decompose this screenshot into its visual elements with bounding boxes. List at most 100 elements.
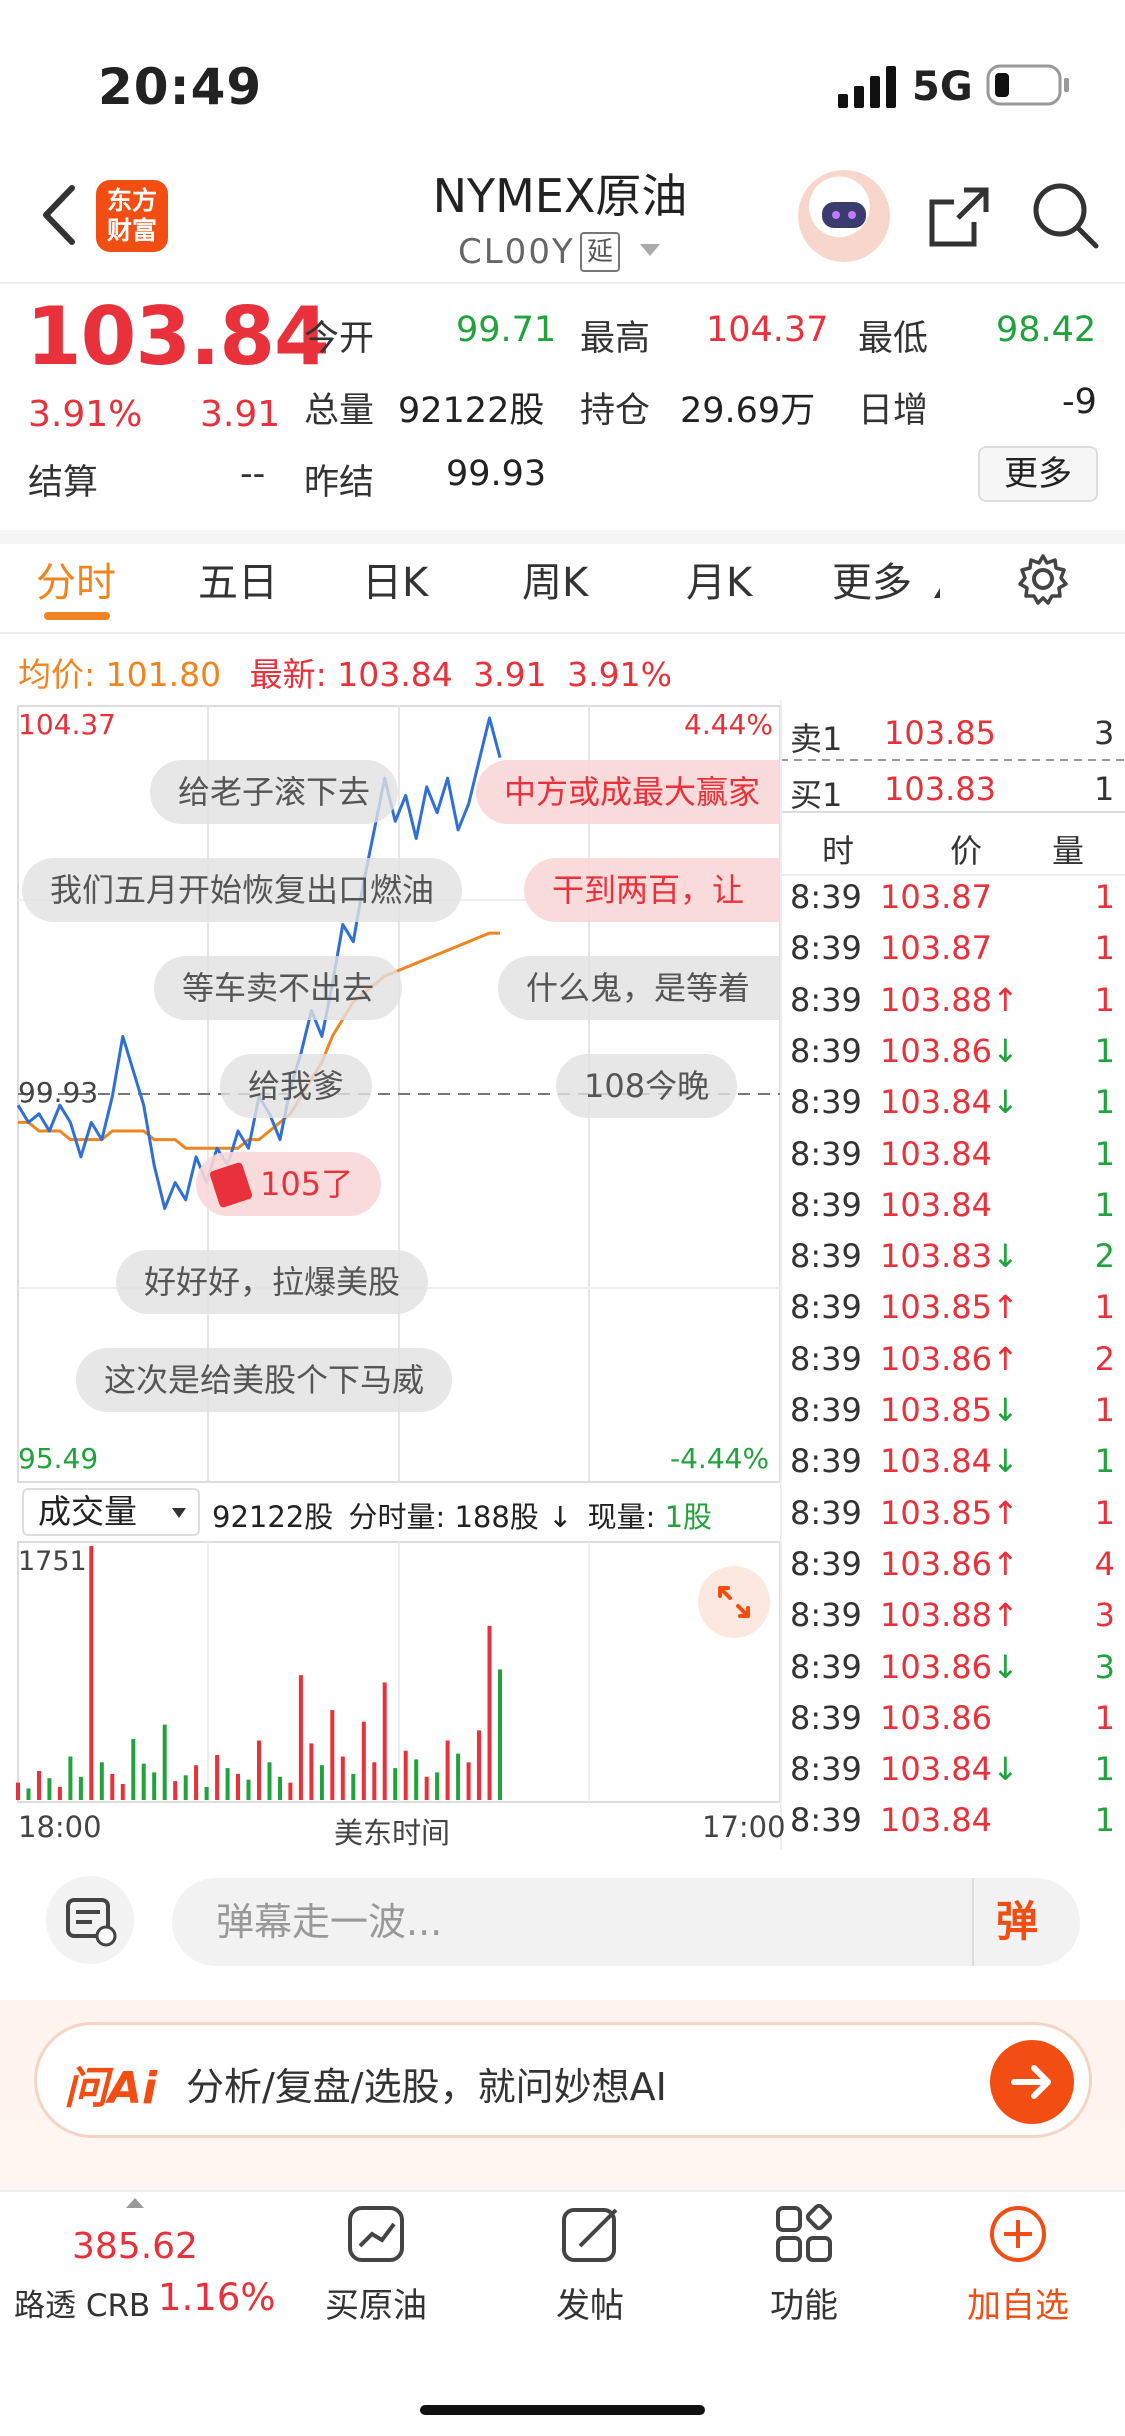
- trade-time: 8:39: [790, 1288, 862, 1327]
- sell1-qty: 3: [1094, 714, 1115, 752]
- share-icon: [929, 187, 989, 247]
- nav-functions[interactable]: [714, 2200, 894, 2270]
- down-arrow-icon: ↓: [991, 1237, 1019, 1276]
- trade-time: 8:39: [790, 1031, 862, 1070]
- prev-settle-label: 昨结: [304, 463, 375, 503]
- caret-down-icon[interactable]: [640, 244, 660, 256]
- nav-post-label[interactable]: 发帖: [500, 2278, 680, 2327]
- indicator-selector[interactable]: 成交量: [22, 1488, 200, 1536]
- ai-robot-avatar[interactable]: [798, 170, 890, 262]
- y-min-label: 95.49: [18, 1442, 99, 1475]
- volume-bar: [445, 1740, 450, 1800]
- more-quote-button[interactable]: 更多: [978, 446, 1098, 502]
- nav-functions-label[interactable]: 功能: [714, 2278, 894, 2327]
- status-time: 20:49: [98, 58, 263, 116]
- danmaku-toggle-button[interactable]: 弹: [972, 1878, 1080, 1966]
- search-button[interactable]: [1030, 180, 1100, 250]
- trade-time: 8:39: [790, 929, 862, 968]
- trade-row: 8:39 103.88↑ 1: [788, 981, 1125, 1032]
- y-ref-label: 99.93: [18, 1076, 99, 1109]
- trade-qty: 3: [1094, 1596, 1115, 1635]
- avg-value: 101.80: [105, 655, 222, 694]
- back-button[interactable]: [36, 180, 86, 250]
- x-mid-label: 美东时间: [334, 1816, 451, 1850]
- edit-icon: [562, 2208, 618, 2262]
- trade-qty: 1: [1094, 1031, 1115, 1070]
- col-qty: 量: [1052, 832, 1085, 870]
- divider: [0, 282, 1125, 284]
- trade-time: 8:39: [790, 1596, 862, 1635]
- trade-price: 103.86: [880, 1698, 992, 1737]
- open-interest-value: 29.69万: [680, 391, 816, 431]
- volume-bar: [120, 1784, 125, 1800]
- volume-bar: [351, 1773, 356, 1800]
- high-value: 104.37: [706, 310, 829, 350]
- volume-bar: [403, 1750, 408, 1800]
- change-value: 3.91: [200, 394, 281, 435]
- trade-price: 103.83↓: [880, 1237, 1019, 1276]
- pct-min-label: -4.44%: [670, 1442, 770, 1475]
- indicator-selector-label: 成交量: [38, 1492, 137, 1531]
- trade-qty: 1: [1094, 1083, 1115, 1122]
- trade-qty: 2: [1094, 1339, 1115, 1378]
- trade-time: 8:39: [790, 1185, 862, 1224]
- volume-bar: [414, 1759, 419, 1800]
- chevron-left-icon: [43, 185, 75, 245]
- trade-row: 8:39 103.83↓ 2: [788, 1237, 1125, 1288]
- index-name[interactable]: 路透 CRB: [14, 2280, 150, 2325]
- nav-buy-oil[interactable]: [286, 2200, 466, 2270]
- latest-change-percent: 3.91%: [567, 655, 673, 694]
- volume-bar: [309, 1743, 314, 1800]
- daily-increase-label: 日增: [858, 391, 929, 431]
- trade-qty: 1: [1094, 1698, 1115, 1737]
- nav-add-watchlist[interactable]: [928, 2200, 1108, 2270]
- instrument-name: NYMEX原油: [432, 169, 688, 223]
- latest-value: 103.84: [337, 655, 453, 694]
- x-end-label: 17:00: [702, 1810, 786, 1844]
- tab-monthly-k[interactable]: 月K: [686, 550, 752, 608]
- caret-up-icon: [126, 2198, 144, 2208]
- danmaku-bubble-highlight: 105了: [196, 1152, 382, 1216]
- trade-time: 8:39: [790, 1442, 862, 1481]
- last-price: 103.84: [26, 290, 330, 383]
- ai-go-button[interactable]: [990, 2040, 1074, 2124]
- volume-bar: [204, 1786, 209, 1800]
- tab-intraday[interactable]: 分时: [36, 550, 116, 608]
- nav-add-watchlist-label[interactable]: 加自选: [928, 2278, 1108, 2327]
- index-value[interactable]: 385.62: [72, 2226, 198, 2267]
- comment-settings-button[interactable]: [46, 1876, 134, 1964]
- chart-settings-button[interactable]: [1016, 552, 1070, 606]
- danmaku-text: 105了: [260, 1165, 354, 1203]
- volume-bar: [278, 1776, 282, 1800]
- trade-price: 103.87: [880, 878, 992, 916]
- down-arrow-icon: ↓: [991, 1442, 1019, 1481]
- trade-time: 8:39: [790, 1750, 862, 1789]
- trade-time: 8:39: [790, 1237, 862, 1276]
- trade-qty: 1: [1094, 878, 1115, 916]
- index-change-percent[interactable]: 1.16%: [158, 2276, 276, 2319]
- instrument-code[interactable]: CL00Y: [458, 232, 575, 272]
- volume-bar: [26, 1788, 31, 1800]
- avg-label: 均价:: [18, 655, 96, 694]
- danmaku-bubble-highlight: 中方或成最大赢家: [476, 760, 782, 824]
- fullscreen-button[interactable]: [698, 1566, 770, 1638]
- volume-bar: [424, 1776, 429, 1800]
- buy1-qty: 1: [1094, 770, 1115, 808]
- trade-price: 103.86↓: [880, 1647, 1019, 1686]
- trade-row: 8:39 103.86↓ 3: [788, 1648, 1125, 1699]
- volume-bar: [225, 1768, 230, 1800]
- col-time: 时: [822, 832, 855, 870]
- tab-more[interactable]: 更多: [832, 550, 912, 608]
- tab-five-day[interactable]: 五日: [198, 550, 278, 608]
- trade-row: 8:39 103.84↓ 1: [788, 1750, 1125, 1801]
- nav-buy-oil-label[interactable]: 买原油: [286, 2278, 466, 2327]
- trade-row: 8:39 103.84 1: [788, 1135, 1125, 1186]
- trade-qty: 1: [1094, 1442, 1115, 1481]
- nav-post[interactable]: [500, 2200, 680, 2270]
- tab-weekly-k[interactable]: 周K: [522, 550, 588, 608]
- trade-qty: 1: [1094, 929, 1115, 968]
- tab-daily-k[interactable]: 日K: [362, 550, 428, 608]
- plus-circle-icon: [990, 2206, 1046, 2262]
- share-button[interactable]: [924, 182, 994, 252]
- danmaku-input[interactable]: 弹幕走一波...: [172, 1878, 1080, 1966]
